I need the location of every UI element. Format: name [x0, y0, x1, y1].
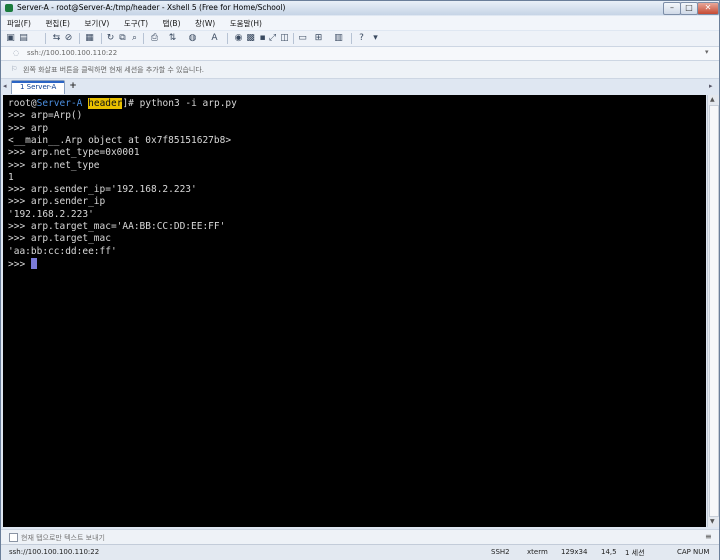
- terminal-line: >>> arp: [8, 122, 49, 134]
- terminal-input-line: >>>: [8, 257, 37, 270]
- fullscreen-icon[interactable]: ⤢: [267, 33, 278, 44]
- hint-bar: ⚐ 왼쪽 화살표 버튼을 클릭하면 현재 세션을 추가할 수 있습니다.: [1, 61, 719, 79]
- menu-window[interactable]: 창(W): [195, 18, 215, 29]
- hint-text: 왼쪽 화살표 버튼을 클릭하면 현재 세션을 추가할 수 있습니다.: [23, 66, 205, 74]
- terminal[interactable]: root@Server-A header]# python3 -i arp.py…: [3, 95, 706, 527]
- tab-scroll-right-icon[interactable]: ▸: [709, 82, 713, 90]
- help-icon[interactable]: ?: [356, 33, 367, 44]
- status-size: 129x34: [561, 548, 588, 556]
- menu-tools[interactable]: 도구(T): [124, 18, 148, 29]
- new-session-icon[interactable]: ▣: [5, 33, 16, 44]
- status-num: NUM: [693, 548, 710, 556]
- copy-icon[interactable]: ⧉: [117, 33, 128, 44]
- compose-checkbox[interactable]: [9, 533, 18, 542]
- address-dropdown-icon[interactable]: ▾: [705, 48, 709, 56]
- add-icon[interactable]: ⊞: [313, 33, 324, 44]
- font-icon[interactable]: A: [209, 33, 220, 44]
- toolbar-separator: [227, 33, 228, 44]
- terminal-line: '192.168.2.223': [8, 208, 94, 220]
- properties-icon[interactable]: ▦: [84, 33, 95, 44]
- new-tab-button[interactable]: +: [68, 81, 78, 91]
- terminal-line: >>> arp.sender_ip: [8, 196, 106, 208]
- text-cursor: [30, 257, 37, 269]
- status-position: 14,5: [601, 548, 617, 556]
- terminal-line: 'aa:bb:cc:dd:ee:ff': [8, 245, 117, 257]
- xshell-window: Server-A - root@Server-A:/tmp/header - X…: [0, 0, 720, 560]
- reconnect-icon[interactable]: ↻: [105, 33, 116, 44]
- terminal-prompt-line: root@Server-A header]# python3 -i arp.py: [8, 98, 237, 110]
- print-icon[interactable]: ⎙: [149, 33, 160, 44]
- maximize-button[interactable]: □: [680, 2, 698, 15]
- status-protocol: SSH2: [491, 548, 510, 556]
- compose-input[interactable]: 현재 탭으로만 텍스트 보내기: [21, 533, 105, 543]
- terminal-line: >>> arp.target_mac='AA:BB:CC:DD:EE:FF': [8, 221, 226, 232]
- toolbar: ▣ ▤ ⇆ ⊘ ▦ ↻ ⧉ ⌕ ⎙ ⇅ ◍ A ◉ ▩ ▪ ⤢ ◫ ▭ ⊞ ▥ …: [1, 31, 719, 47]
- tab-bar: ◂ 1 Server-A + ▸: [1, 79, 719, 94]
- terminal-line: >>> arp.target_mac: [8, 233, 111, 245]
- close-button[interactable]: ✕: [697, 2, 719, 15]
- status-cap: CAP: [677, 548, 691, 556]
- toolbar-separator: [101, 33, 102, 44]
- menu-help[interactable]: 도움말(H): [230, 18, 262, 29]
- prompt-user: root: [8, 98, 31, 109]
- terminal-line: >>> arp.sender_ip='192.168.2.223': [8, 184, 197, 196]
- address-icon: ◌: [13, 49, 20, 57]
- status-term: xterm: [527, 548, 548, 556]
- python-prompt: >>>: [8, 258, 31, 270]
- compose-bar: 현재 탭으로만 텍스트 보내기 ≡: [1, 529, 719, 544]
- open-folder-icon[interactable]: ▤: [18, 33, 29, 44]
- minimize-button[interactable]: –: [663, 2, 681, 15]
- prompt-end: ]#: [122, 98, 140, 109]
- disconnect-icon[interactable]: ⊘: [63, 33, 74, 44]
- terminal-line: >>> arp.net_type: [8, 159, 100, 171]
- layout-icon[interactable]: ▥: [333, 33, 344, 44]
- terminal-line: 1: [8, 171, 14, 183]
- address-bar[interactable]: ◌ ssh://100.100.100.110:22 ▾: [1, 47, 719, 61]
- menu-file[interactable]: 파일(F): [7, 18, 31, 29]
- menu-tab[interactable]: 탭(B): [163, 18, 181, 29]
- vertical-scrollbar[interactable]: ▲ ▼: [707, 95, 719, 527]
- info-icon: ⚐: [11, 65, 18, 73]
- scrollbar-thumb[interactable]: [709, 105, 719, 517]
- title-bar[interactable]: Server-A - root@Server-A:/tmp/header - X…: [1, 1, 719, 15]
- scroll-down-icon[interactable]: ▼: [710, 518, 715, 525]
- terminal-line: <__main__.Arp object at 0x7f85151627b8>: [8, 134, 232, 146]
- toolbar-separator: [79, 33, 80, 44]
- scroll-up-icon[interactable]: ▲: [710, 96, 715, 103]
- connect-icon[interactable]: ⇆: [51, 33, 62, 44]
- compose-menu-icon[interactable]: ≡: [705, 532, 712, 541]
- script-icon[interactable]: ◉: [233, 33, 244, 44]
- address-field[interactable]: ssh://100.100.100.110:22: [27, 49, 117, 57]
- toolbar-separator: [351, 33, 352, 44]
- menu-edit[interactable]: 편집(E): [46, 18, 70, 29]
- keyboard-icon[interactable]: ▩: [245, 33, 256, 44]
- toolbar-separator: [143, 33, 144, 44]
- terminal-line: >>> arp.net_type=0x0001: [8, 147, 140, 159]
- tab-scroll-left-icon[interactable]: ◂: [3, 82, 10, 91]
- find-icon[interactable]: ⌕: [129, 33, 140, 44]
- window-title: Server-A - root@Server-A:/tmp/header - X…: [17, 3, 286, 12]
- status-bar: ssh://100.100.100.110:22 SSH2 xterm 129x…: [1, 544, 719, 560]
- menu-bar: 파일(F) 편집(E) 보기(V) 도구(T) 탭(B) 창(W) 도움말(H): [1, 16, 719, 30]
- toolbar-separator: [45, 33, 46, 44]
- options-icon[interactable]: ▾: [370, 33, 381, 44]
- transparency-icon[interactable]: ◫: [279, 33, 290, 44]
- globe-icon[interactable]: ◍: [187, 33, 198, 44]
- app-icon: [5, 4, 13, 12]
- transfer-icon[interactable]: ⇅: [167, 33, 178, 44]
- tab-server-a[interactable]: 1 Server-A: [11, 80, 65, 94]
- terminal-line: >>> arp=Arp(): [8, 110, 83, 122]
- status-address: ssh://100.100.100.110:22: [9, 548, 100, 556]
- status-sessions: 1 세션: [625, 549, 645, 557]
- prompt-dir: header: [88, 98, 123, 109]
- first-command: python3 -i arp.py: [139, 98, 237, 109]
- menu-view[interactable]: 보기(V): [84, 18, 109, 29]
- compose-icon[interactable]: ▭: [297, 33, 308, 44]
- toolbar-separator: [293, 33, 294, 44]
- tab-label: 1 Server-A: [20, 83, 57, 91]
- prompt-host: Server-A: [36, 98, 83, 109]
